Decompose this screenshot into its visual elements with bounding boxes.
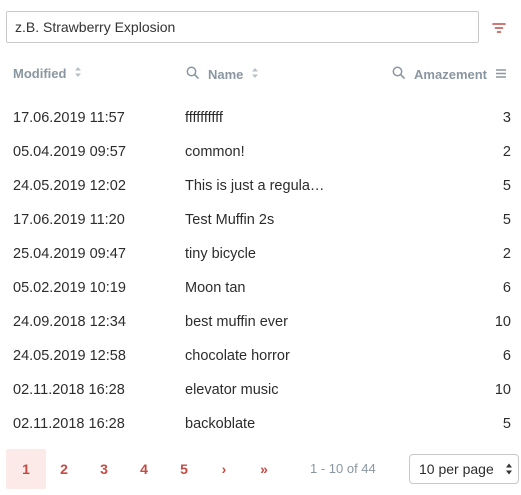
search-input[interactable] [6,11,479,43]
column-header-label: Amazement [414,66,487,82]
cell-name: elevator music [185,382,279,398]
cell-modified: 05.04.2019 09:57 [13,144,126,160]
table-row[interactable]: 02.11.2018 16:28 backoblate 5 [0,407,521,441]
cell-modified: 24.05.2019 12:58 [13,348,126,364]
cell-name: This is just a regula… [185,178,325,194]
cell-modified: 17.06.2019 11:57 [13,110,125,126]
cell-amazement: 6 [502,280,511,296]
cell-modified: 25.04.2019 09:47 [13,246,126,262]
table-row[interactable]: 02.11.2018 16:28 elevator music 10 [0,373,521,407]
pagination-info: 1 - 10 of 44 [310,461,376,476]
table-row[interactable]: 17.06.2019 11:57 ffffffffff 3 [0,101,521,135]
cell-amazement: 10 [494,382,511,398]
cell-name: Moon tan [185,280,246,296]
table-row[interactable]: 05.04.2019 09:57 common! 2 [0,135,521,169]
cell-amazement: 5 [502,178,511,194]
cell-name: ffffffffff [185,110,223,126]
sort-icon[interactable] [74,66,82,81]
page-button-3[interactable]: 3 [84,449,124,489]
cell-modified: 24.05.2019 12:02 [13,178,126,194]
column-header-label: Name [208,66,244,82]
page-button-5[interactable]: 5 [164,449,204,489]
cell-amazement: 3 [502,110,511,126]
cell-amazement: 10 [494,314,511,330]
per-page-select[interactable]: 10 per page [409,454,519,484]
cell-modified: 02.11.2018 16:28 [13,382,125,398]
cell-name: common! [185,144,245,160]
search-icon[interactable] [186,66,199,82]
cell-name: chocolate horror [185,348,290,364]
table-header: Modified Name Amazement [0,58,521,88]
cell-amazement: 2 [502,246,511,262]
cell-amazement: 5 [502,212,511,228]
page-button-2[interactable]: 2 [44,449,84,489]
sort-desc-icon[interactable] [495,67,507,82]
cell-name: Test Muffin 2s [185,212,275,228]
table-row[interactable]: 24.05.2019 12:02 This is just a regula… … [0,169,521,203]
cell-amazement: 6 [502,348,511,364]
filter-icon[interactable] [490,19,508,37]
select-arrows-icon [505,462,513,479]
last-page-button[interactable]: » [244,449,284,489]
cell-name: backoblate [185,416,256,432]
cell-modified: 17.06.2019 11:20 [13,212,125,228]
table-row[interactable]: 25.04.2019 09:47 tiny bicycle 2 [0,237,521,271]
per-page-value: 10 per page [419,461,494,477]
table-row[interactable]: 24.05.2019 12:58 chocolate horror 6 [0,339,521,373]
search-row [6,11,516,43]
cell-modified: 02.11.2018 16:28 [13,416,125,432]
cell-name: tiny bicycle [185,246,256,262]
cell-name: best muffin ever [185,314,288,330]
cell-modified: 05.02.2019 10:19 [13,280,126,296]
column-header-modified[interactable]: Modified [13,66,82,81]
next-page-button[interactable]: › [204,449,244,489]
cell-amazement: 5 [502,416,511,432]
sort-icon[interactable] [251,67,259,82]
table-row[interactable]: 24.09.2018 12:34 best muffin ever 10 [0,305,521,339]
column-header-amazement[interactable]: Amazement [392,66,507,82]
cell-amazement: 2 [502,144,511,160]
table-body: 17.06.2019 11:57 ffffffffff 3 05.04.2019… [0,101,521,441]
table-row[interactable]: 17.06.2019 11:20 Test Muffin 2s 5 [0,203,521,237]
cell-modified: 24.09.2018 12:34 [13,314,126,330]
page-button-4[interactable]: 4 [124,449,164,489]
column-header-label: Modified [13,66,67,81]
column-header-name[interactable]: Name [186,66,259,82]
search-icon[interactable] [392,66,405,82]
table-row[interactable]: 05.02.2019 10:19 Moon tan 6 [0,271,521,305]
pagination: 1 2 3 4 5 › » 1 - 10 of 44 10 per page [6,449,519,489]
page-button-1[interactable]: 1 [6,449,46,489]
